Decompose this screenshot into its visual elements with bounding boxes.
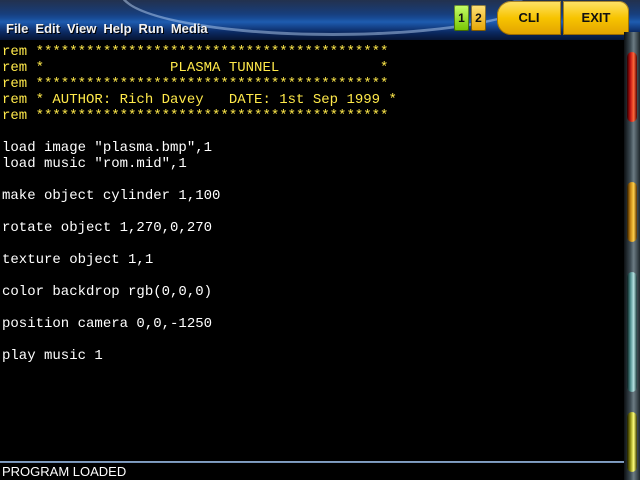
decorative-side-rail — [624, 32, 640, 480]
code-line[interactable]: rem * PLASMA TUNNEL * — [2, 60, 388, 76]
code-line[interactable]: rem ************************************… — [2, 76, 388, 92]
menu-bar: File Edit View Help Run Media — [6, 19, 208, 39]
code-line[interactable]: rem ************************************… — [2, 108, 388, 124]
menu-file[interactable]: File — [6, 19, 28, 39]
code-line[interactable]: play music 1 — [2, 348, 103, 364]
status-bar-inner: PROGRAM LOADED — [0, 463, 624, 480]
menu-edit[interactable]: Edit — [35, 19, 60, 39]
decorative-cable — [627, 182, 637, 242]
code-line[interactable]: position camera 0,0,-1250 — [2, 316, 212, 332]
code-editor[interactable]: rem ************************************… — [0, 40, 628, 460]
title-bar: File Edit View Help Run Media 1 2 CLI EX… — [0, 0, 640, 40]
view-2-button[interactable]: 2 — [471, 5, 486, 31]
decorative-cable — [627, 52, 637, 122]
code-line[interactable]: load image "plasma.bmp",1 — [2, 140, 212, 156]
menu-media[interactable]: Media — [171, 19, 208, 39]
code-line[interactable]: rem * AUTHOR: Rich Davey DATE: 1st Sep 1… — [2, 92, 397, 108]
status-text: PROGRAM LOADED — [2, 464, 127, 479]
code-line[interactable]: rem ************************************… — [2, 44, 388, 60]
status-bar: PROGRAM LOADED — [0, 461, 624, 480]
menu-view[interactable]: View — [67, 19, 96, 39]
decorative-cable — [627, 412, 637, 472]
view-1-button[interactable]: 1 — [454, 5, 469, 31]
exit-button[interactable]: EXIT — [563, 1, 629, 35]
code-line[interactable]: texture object 1,1 — [2, 252, 153, 268]
menu-help[interactable]: Help — [103, 19, 131, 39]
code-line[interactable]: load music "rom.mid",1 — [2, 156, 187, 172]
code-line[interactable]: make object cylinder 1,100 — [2, 188, 220, 204]
code-line[interactable]: color backdrop rgb(0,0,0) — [2, 284, 212, 300]
menu-run[interactable]: Run — [139, 19, 164, 39]
cli-button[interactable]: CLI — [497, 1, 561, 35]
code-line[interactable]: rotate object 1,270,0,270 — [2, 220, 212, 236]
decorative-cable — [627, 272, 637, 392]
